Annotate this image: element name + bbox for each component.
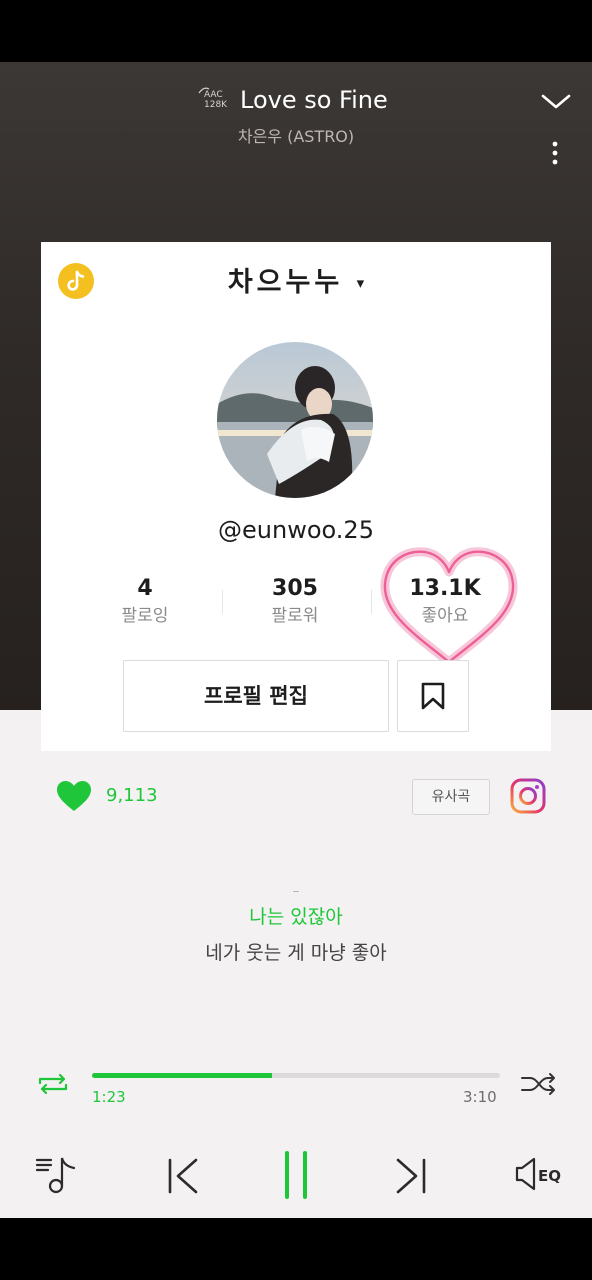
time-total: 3:10	[463, 1088, 497, 1106]
repeat-icon[interactable]	[34, 1072, 72, 1096]
chevron-down-icon[interactable]	[540, 90, 572, 112]
svg-text:EQ: EQ	[538, 1167, 561, 1185]
artist-name[interactable]: 차은우 (ASTRO)	[0, 126, 592, 148]
heart-icon[interactable]	[56, 780, 92, 812]
audio-quality-icon: AAC 128K	[198, 86, 234, 114]
progress-fill	[92, 1073, 272, 1078]
bookmark-icon	[421, 682, 445, 710]
shuffle-icon[interactable]	[520, 1072, 558, 1096]
profile-handle: @eunwoo.25	[218, 516, 374, 544]
instagram-icon[interactable]	[510, 778, 546, 814]
stat-divider	[371, 590, 372, 614]
progress-bar[interactable]	[92, 1073, 500, 1078]
quality-bitrate: 128K	[204, 100, 228, 110]
stat-divider	[222, 590, 223, 614]
profile-username-text: 차으누누	[227, 267, 344, 298]
system-bottom-bar	[0, 1218, 592, 1280]
stat-following[interactable]: 4 팔로잉	[85, 574, 205, 628]
similar-songs-button[interactable]: 유사곡	[412, 779, 490, 815]
lyrics-current-line[interactable]: 나는 있잖아	[0, 904, 592, 930]
stat-followers-label: 팔로워	[271, 606, 319, 626]
song-title: Love so Fine	[240, 86, 388, 114]
quality-codec: AAC	[204, 90, 223, 100]
lyrics-indicator	[293, 891, 299, 892]
like-count: 9,113	[106, 785, 158, 806]
more-vertical-icon[interactable]	[548, 140, 562, 166]
next-icon[interactable]	[390, 1156, 430, 1196]
stat-followers-count: 305	[272, 576, 318, 601]
stat-following-label: 팔로잉	[121, 606, 169, 626]
stat-followers[interactable]: 305 팔로워	[235, 574, 355, 628]
profile-username[interactable]: 차으누누 ▾	[41, 260, 551, 299]
avatar[interactable]	[217, 342, 373, 498]
lyrics-next-line[interactable]: 네가 웃는 게 마냥 좋아	[0, 940, 592, 966]
pause-icon[interactable]	[278, 1150, 314, 1200]
time-current: 1:23	[92, 1088, 126, 1106]
stat-following-count: 4	[137, 576, 153, 601]
stat-likes[interactable]: 13.1K 좋아요	[385, 574, 505, 628]
edit-profile-button[interactable]: 프로필 편집	[123, 660, 389, 732]
stat-likes-count: 13.1K	[409, 576, 481, 601]
playlist-icon[interactable]	[34, 1152, 78, 1196]
bookmark-button[interactable]	[397, 660, 469, 732]
tiktok-profile-card: 차으누누 ▾ @eunwoo.25 4 팔로잉 305 팔로워 13.1K 좋아…	[41, 242, 551, 751]
dropdown-arrow-icon: ▾	[356, 274, 365, 292]
stat-likes-label: 좋아요	[421, 606, 469, 626]
previous-icon[interactable]	[164, 1156, 204, 1196]
equalizer-icon[interactable]: EQ	[514, 1156, 566, 1192]
